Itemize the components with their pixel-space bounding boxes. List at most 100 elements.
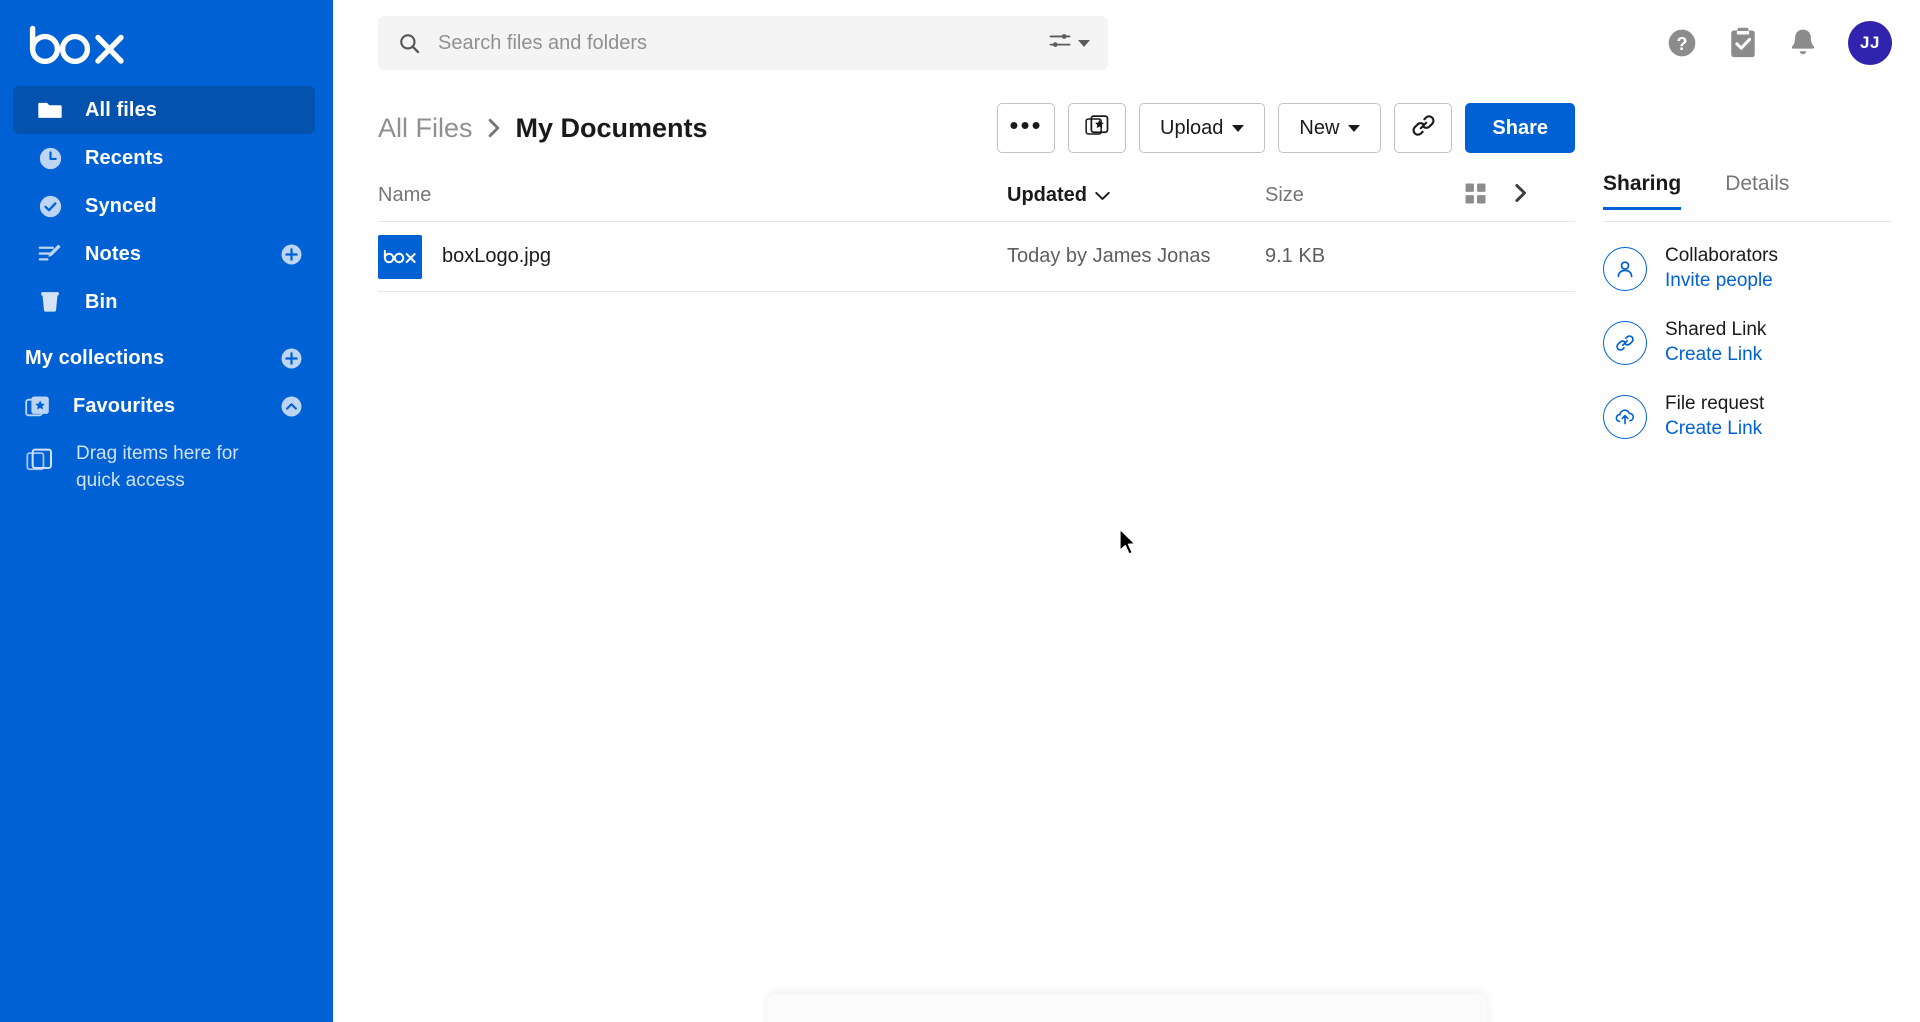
sidebar-item-synced[interactable]: Synced (13, 182, 315, 230)
file-request-create-link[interactable]: Create Link (1665, 417, 1764, 441)
clipboard-check-icon[interactable] (1728, 27, 1758, 59)
sidebar: All files Recents Synced Notes Bin My co… (0, 0, 333, 1022)
search-icon (398, 32, 422, 55)
copy-stack-icon (26, 440, 56, 479)
chevron-down-icon (1078, 39, 1090, 47)
file-request-texts: File request Create Link (1665, 392, 1764, 441)
upload-button[interactable]: Upload (1139, 103, 1266, 153)
sidebar-item-label: Synced (85, 194, 157, 217)
shared-link-create-link[interactable]: Create Link (1665, 343, 1766, 367)
tab-sharing[interactable]: Sharing (1603, 172, 1682, 210)
search-bar[interactable] (378, 16, 1108, 70)
breadcrumb-bar: All Files My Documents ••• Upload New Sh… (378, 86, 1575, 170)
main-area: ? JJ (333, 0, 1920, 1022)
svg-text:?: ? (1677, 34, 1688, 54)
collaborators-row: Collaborators Invite people (1603, 222, 1892, 296)
content-row: All Files My Documents ••• Upload New Sh… (333, 86, 1920, 1022)
favourites-dropzone: Drag items here for quick access (0, 430, 333, 494)
sidebar-item-label: Bin (85, 290, 118, 313)
upload-label: Upload (1160, 116, 1224, 139)
invite-people-link[interactable]: Invite people (1665, 269, 1778, 293)
file-size: 9.1 KB (1265, 245, 1326, 267)
sidebar-item-notes[interactable]: Notes (13, 230, 315, 278)
chevron-down-icon (1348, 124, 1361, 132)
more-options-label: ••• (1009, 110, 1043, 140)
chevron-up-circle-icon[interactable] (279, 394, 303, 418)
breadcrumb: All Files My Documents (378, 113, 708, 144)
sidebar-item-bin[interactable]: Bin (13, 278, 315, 326)
file-name: boxLogo.jpg (442, 245, 551, 267)
table-header-row: Name Updated Size (378, 170, 1575, 222)
topbar: ? JJ (333, 0, 1920, 86)
shared-link-title: Shared Link (1665, 319, 1767, 340)
file-request-title: File request (1665, 393, 1765, 414)
sidebar-section-label: My collections (25, 346, 165, 369)
avatar[interactable]: JJ (1848, 21, 1892, 65)
add-to-collection-button[interactable] (1068, 103, 1126, 153)
file-list-column: All Files My Documents ••• Upload New Sh… (333, 86, 1575, 1022)
collaborators-texts: Collaborators Invite people (1665, 244, 1778, 293)
box-file-manager: All files Recents Synced Notes Bin My co… (0, 0, 1920, 1022)
link-circle-icon[interactable] (1603, 320, 1647, 365)
person-circle-icon[interactable] (1603, 246, 1647, 291)
new-button[interactable]: New (1278, 103, 1382, 153)
share-label: Share (1492, 116, 1548, 139)
upload-toast-ghost (766, 994, 1487, 1022)
file-request-row: File request Create Link (1603, 370, 1892, 444)
sidebar-item-label: All files (85, 98, 158, 121)
favourites-icon (1084, 113, 1110, 144)
help-icon[interactable]: ? (1666, 27, 1698, 59)
new-label: New (1299, 116, 1340, 139)
box-logo-thumb (378, 234, 422, 279)
column-header-name[interactable]: Name (378, 184, 1007, 207)
table-row[interactable]: boxLogo.jpg Today by James Jonas 9.1 KB (378, 222, 1575, 292)
sidebar-item-label: Notes (85, 242, 142, 265)
get-shared-link-button[interactable] (1394, 103, 1453, 153)
file-updated: Today by James Jonas (1007, 245, 1211, 267)
chevron-right-icon[interactable] (1512, 183, 1530, 208)
chevron-down-icon (1232, 124, 1245, 132)
shared-link-row: Shared Link Create Link (1603, 296, 1892, 370)
plus-circle-icon[interactable] (279, 242, 303, 266)
folder-icon (37, 97, 63, 123)
search-filter-control[interactable] (1049, 31, 1090, 56)
column-header-updated-label: Updated (1007, 184, 1087, 206)
topbar-actions: ? JJ (1666, 21, 1892, 65)
share-button[interactable]: Share (1465, 103, 1575, 153)
column-header-size[interactable]: Size (1265, 184, 1465, 207)
sidebar-item-all-files[interactable]: All files (13, 86, 315, 134)
chevron-down-icon (1095, 184, 1110, 207)
grid-view-icon[interactable] (1465, 183, 1486, 209)
dropzone-line-1: Drag items here for (76, 443, 239, 464)
box-logo[interactable] (0, 0, 333, 86)
search-input[interactable] (438, 31, 1049, 55)
page-title: My Documents (515, 112, 708, 143)
file-table: Name Updated Size boxLogo.jpg Today by J… (378, 170, 1575, 292)
upload-cloud-circle-icon[interactable] (1603, 394, 1647, 439)
clock-icon (37, 145, 63, 171)
breadcrumb-all-files[interactable]: All Files (378, 113, 473, 144)
tab-details[interactable]: Details (1725, 172, 1789, 209)
check-circle-icon (37, 193, 63, 219)
right-side-panel: Sharing Details Collaborators Invite peo… (1575, 86, 1920, 1022)
sidebar-item-recents[interactable]: Recents (13, 134, 315, 182)
favourites-icon (25, 393, 51, 419)
sliders-icon (1049, 31, 1071, 56)
chevron-right-icon (486, 117, 503, 139)
more-options-button[interactable]: ••• (997, 103, 1055, 153)
sidebar-item-favourites[interactable]: Favourites (13, 382, 315, 430)
sidebar-item-label: Recents (85, 146, 164, 169)
shared-link-texts: Shared Link Create Link (1665, 318, 1766, 367)
bell-icon[interactable] (1788, 27, 1818, 59)
column-header-updated[interactable]: Updated (1007, 184, 1265, 207)
dropzone-line-2: quick access (76, 470, 185, 491)
plus-circle-icon[interactable] (279, 346, 303, 370)
file-name-cell[interactable]: boxLogo.jpg (378, 234, 1007, 279)
sidebar-section-my-collections[interactable]: My collections (13, 334, 315, 382)
trash-icon (37, 289, 63, 315)
dropzone-text: Drag items here for quick access (76, 440, 239, 494)
link-icon (1410, 112, 1437, 145)
content-toolbar: ••• Upload New Share (997, 86, 1575, 170)
collaborators-title: Collaborators (1665, 245, 1778, 266)
